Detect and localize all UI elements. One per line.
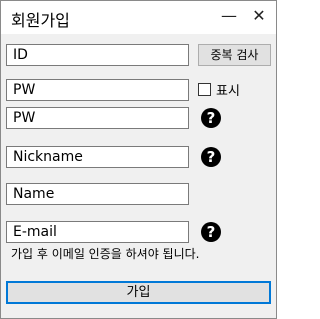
email-verification-note: 가입 후 이메일 인증을 하셔야 됩니다. bbox=[11, 247, 200, 261]
minimize-icon[interactable]: — bbox=[217, 4, 241, 28]
help-icon[interactable]: ? bbox=[201, 222, 221, 242]
help-icon[interactable]: ? bbox=[201, 147, 221, 167]
name-input[interactable] bbox=[6, 183, 189, 205]
show-password-checkbox[interactable] bbox=[198, 83, 211, 96]
close-icon[interactable]: ✕ bbox=[247, 4, 271, 28]
signup-button[interactable]: 가입 bbox=[6, 281, 271, 304]
password-confirm-input[interactable] bbox=[6, 107, 189, 129]
password-input[interactable] bbox=[6, 79, 189, 101]
nickname-input[interactable] bbox=[6, 146, 189, 168]
duplicate-check-button[interactable]: 중복 검사 bbox=[198, 44, 271, 66]
email-input[interactable] bbox=[6, 221, 189, 243]
id-input[interactable] bbox=[6, 44, 189, 66]
title-bar: 회원가입 — ✕ bbox=[1, 1, 276, 34]
window-title: 회원가입 bbox=[11, 11, 70, 30]
help-icon[interactable]: ? bbox=[201, 108, 221, 128]
show-password-label: 표시 bbox=[216, 84, 240, 99]
signup-window: 회원가입 — ✕ 중복 검사 표시 ? ? ? 가입 후 이메일 인증을 하셔야… bbox=[0, 0, 277, 319]
